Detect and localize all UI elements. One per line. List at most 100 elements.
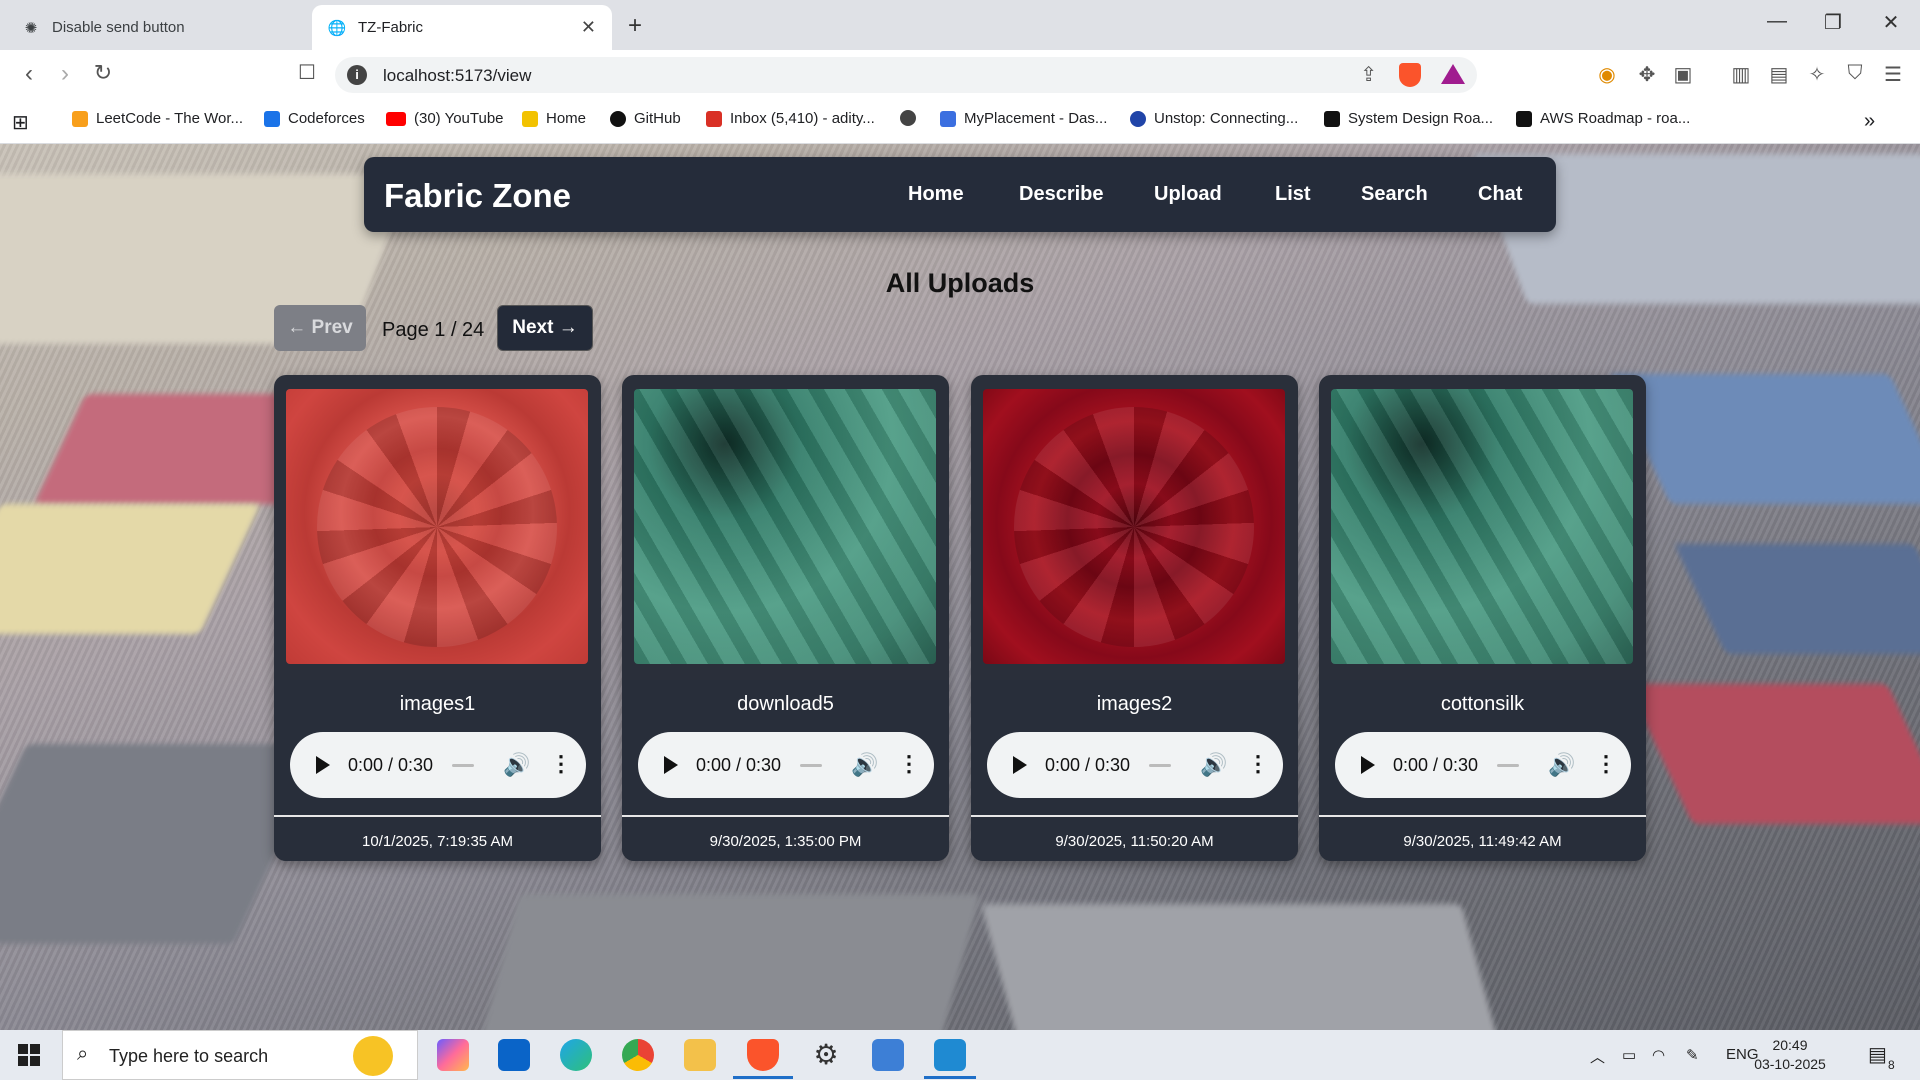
taskbar-search-placeholder[interactable]: Type here to search xyxy=(109,1046,268,1067)
remote-desktop-icon[interactable] xyxy=(872,1039,904,1071)
back-icon[interactable]: ‹ xyxy=(14,60,44,88)
edge-icon[interactable] xyxy=(560,1039,592,1071)
leo-ai-icon[interactable]: ✧ xyxy=(1802,62,1832,87)
battery-icon[interactable]: ▭ xyxy=(1622,1046,1636,1064)
pen-icon[interactable]: ✎ xyxy=(1686,1046,1699,1064)
nav-upload[interactable]: Upload xyxy=(1154,183,1222,206)
bookmark-unstop[interactable]: Unstop: Connecting... xyxy=(1130,110,1298,127)
nav-home[interactable]: Home xyxy=(908,183,964,206)
chrome-icon[interactable] xyxy=(622,1039,654,1071)
upload-name: cottonsilk xyxy=(1440,693,1525,715)
more-options-icon[interactable]: ⋮ xyxy=(550,751,572,777)
bookmark-label: AWS Roadmap - roa... xyxy=(1540,110,1691,127)
notifications-icon[interactable]: ▤ xyxy=(1868,1042,1887,1067)
bookmark-myplacement[interactable]: MyPlacement - Das... xyxy=(940,110,1107,127)
play-icon[interactable] xyxy=(664,756,678,774)
url-text[interactable]: localhost:5173/view xyxy=(383,66,531,86)
close-tab-icon[interactable]: ✕ xyxy=(581,17,596,38)
upload-date: 10/1/2025, 7:19:35 AM xyxy=(362,833,513,850)
bookmark-home[interactable]: Home xyxy=(522,110,586,127)
bookmark-github[interactable]: GitHub xyxy=(610,110,681,127)
brave-icon[interactable] xyxy=(747,1039,779,1071)
forward-icon[interactable]: › xyxy=(50,60,80,88)
roadmap-icon xyxy=(1516,110,1532,127)
next-page-button[interactable]: Next → xyxy=(497,305,593,351)
bookmark-gmail[interactable]: Inbox (5,410) - adity... xyxy=(706,110,875,127)
more-bookmarks-icon[interactable]: » xyxy=(1864,110,1875,133)
clock[interactable]: 20:49 03-10-2025 xyxy=(1740,1036,1840,1074)
restore-icon[interactable]: ❐ xyxy=(1818,10,1848,35)
audio-player[interactable]: 0:00 / 0:30 🔊 ⋮ xyxy=(987,732,1283,798)
reload-icon[interactable]: ↻ xyxy=(88,60,118,86)
nav-search[interactable]: Search xyxy=(1361,183,1428,206)
audio-player[interactable]: 0:00 / 0:30 🔊 ⋮ xyxy=(638,732,934,798)
extension-icon[interactable]: ◉ xyxy=(1592,62,1622,87)
play-icon[interactable] xyxy=(316,756,330,774)
minimize-icon[interactable]: — xyxy=(1762,10,1792,33)
apps-grid-icon[interactable]: ⊞ xyxy=(12,110,29,135)
window-close-icon[interactable]: ✕ xyxy=(1876,10,1906,35)
file-explorer-icon[interactable] xyxy=(684,1039,716,1071)
audio-player[interactable]: 0:00 / 0:30 🔊 ⋮ xyxy=(290,732,586,798)
settings-icon[interactable]: ⚙ xyxy=(810,1039,842,1071)
volume-icon[interactable]: 🔊 xyxy=(851,752,878,778)
search-icon: ⌕ xyxy=(77,1043,89,1065)
bookmark-label: LeetCode - The Wor... xyxy=(96,110,244,127)
nav-describe[interactable]: Describe xyxy=(1019,183,1104,206)
brand-logo[interactable]: Fabric Zone xyxy=(384,177,571,215)
prev-page-button[interactable]: ← Prev xyxy=(274,305,366,351)
volume-icon[interactable]: 🔊 xyxy=(503,752,530,778)
bookmark-globe[interactable] xyxy=(900,110,924,126)
bookmark-leetcode[interactable]: LeetCode - The Wor... xyxy=(72,110,243,127)
nav-list[interactable]: List xyxy=(1275,183,1311,206)
show-hidden-icons-icon[interactable]: ︿ xyxy=(1590,1046,1605,1067)
volume-icon[interactable]: 🔊 xyxy=(1548,752,1575,778)
fabric-image xyxy=(983,389,1285,664)
tab-tz-fabric[interactable]: 🌐 TZ-Fabric ✕ xyxy=(312,5,612,50)
new-tab-icon[interactable]: + xyxy=(628,12,642,40)
more-options-icon[interactable]: ⋮ xyxy=(1247,751,1269,777)
share-icon[interactable]: ⇪ xyxy=(1360,62,1377,87)
site-info-icon[interactable]: i xyxy=(347,65,367,85)
codeforces-icon xyxy=(264,110,280,127)
bookmark-youtube[interactable]: (30) YouTube xyxy=(386,110,504,127)
url-bar[interactable]: i localhost:5173/view ⇪ xyxy=(335,57,1477,93)
tab-title: TZ-Fabric xyxy=(358,19,423,36)
bookmark-system-design[interactable]: System Design Roa... xyxy=(1324,110,1493,127)
more-options-icon[interactable]: ⋮ xyxy=(1595,751,1617,777)
bookmark-codeforces[interactable]: Codeforces xyxy=(264,110,365,127)
bookmark-aws-roadmap[interactable]: AWS Roadmap - roa... xyxy=(1516,110,1690,127)
audio-seek-bar[interactable] xyxy=(800,764,822,767)
sidebar-icon[interactable]: ▥ xyxy=(1726,62,1756,87)
screenshot-icon[interactable]: ▣ xyxy=(1668,62,1698,87)
upload-card: cottonsilk 0:00 / 0:30 🔊 ⋮ 9/30/2025, 11… xyxy=(1319,375,1646,861)
taskbar-search[interactable]: ⌕ Type here to search xyxy=(62,1030,418,1080)
volume-icon[interactable]: 🔊 xyxy=(1200,752,1227,778)
audio-seek-bar[interactable] xyxy=(452,764,474,767)
nav-chat[interactable]: Chat xyxy=(1478,183,1522,206)
tab-disable-send-button[interactable]: ✺ Disable send button xyxy=(6,5,306,50)
play-icon[interactable] xyxy=(1013,756,1027,774)
upload-card: download5 0:00 / 0:30 🔊 ⋮ 9/30/2025, 1:3… xyxy=(622,375,949,861)
wifi-icon[interactable]: ◠ xyxy=(1652,1046,1665,1064)
copilot-icon[interactable] xyxy=(437,1039,469,1071)
audio-player[interactable]: 0:00 / 0:30 🔊 ⋮ xyxy=(1335,732,1631,798)
brave-rewards-icon[interactable] xyxy=(1441,64,1465,84)
outlook-icon[interactable] xyxy=(498,1039,530,1071)
weather-icon[interactable] xyxy=(353,1036,393,1076)
openai-icon: ✺ xyxy=(24,19,38,37)
vscode-icon[interactable] xyxy=(934,1039,966,1071)
play-icon[interactable] xyxy=(1361,756,1375,774)
audio-seek-bar[interactable] xyxy=(1497,764,1519,767)
more-options-icon[interactable]: ⋮ xyxy=(898,751,920,777)
extensions-puzzle-icon[interactable]: ✥ xyxy=(1632,62,1662,87)
gmail-icon xyxy=(706,110,722,127)
brave-shields-icon[interactable] xyxy=(1399,63,1421,87)
bookmark-icon[interactable]: ☐ xyxy=(292,60,322,85)
menu-icon[interactable]: ☰ xyxy=(1878,62,1908,87)
wallet-icon[interactable]: ▤ xyxy=(1764,62,1794,87)
audio-seek-bar[interactable] xyxy=(1149,764,1171,767)
bookmark-label: Codeforces xyxy=(288,110,365,127)
windows-start-icon[interactable] xyxy=(18,1044,40,1066)
vpn-shield-icon[interactable]: ⛉ xyxy=(1840,62,1870,85)
